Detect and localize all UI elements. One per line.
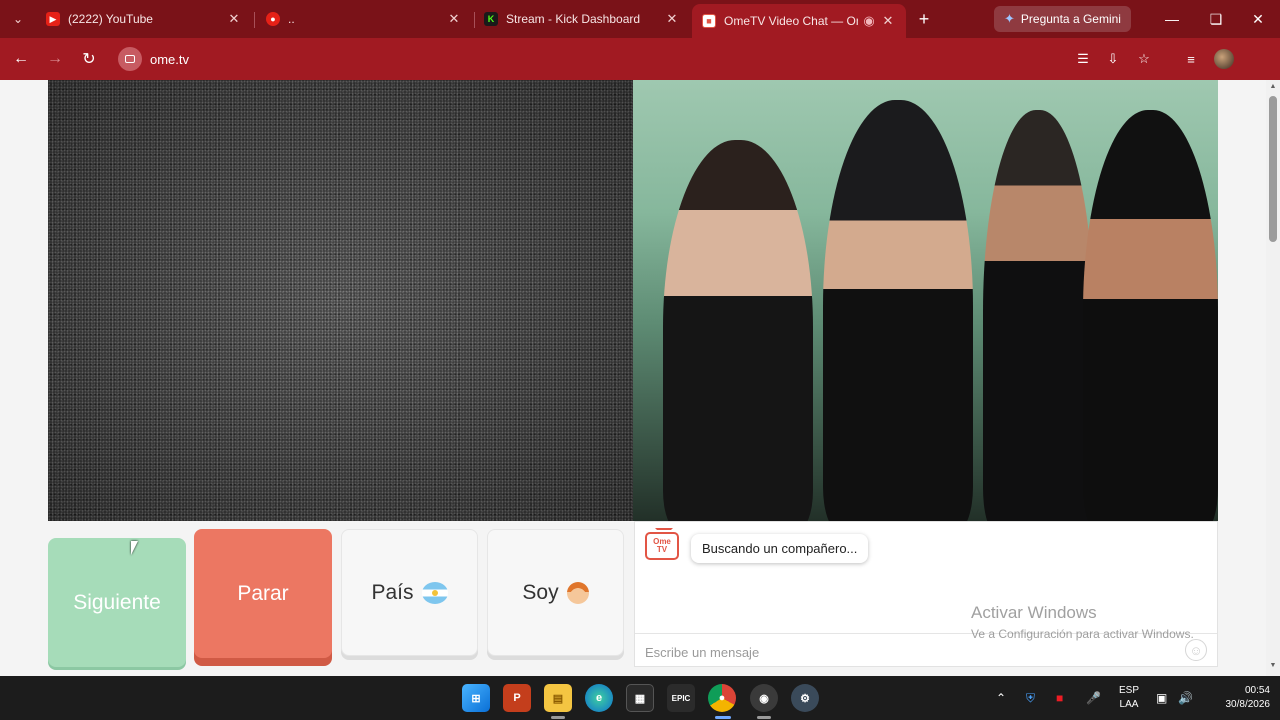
chrome-icon[interactable]: ● [708, 684, 736, 712]
forward-arrow-icon[interactable]: → [42, 46, 68, 72]
close-tab-icon[interactable]: ✕ [664, 11, 680, 27]
gemini-button[interactable]: ✦ Pregunta a Gemini [994, 6, 1131, 32]
file-explorer-icon[interactable]: ▤ [544, 684, 572, 712]
person-1 [663, 140, 813, 521]
site-info-icon[interactable] [118, 47, 142, 71]
volume-icon[interactable]: 🔊 [1178, 676, 1193, 720]
amd-icon[interactable]: ■ [1056, 676, 1063, 720]
tab-ometv[interactable]: ■ OmeTV Video Chat — Omegle ◉ ✕ [692, 4, 906, 38]
lang-code: ESP [1118, 685, 1139, 696]
translate-icon[interactable]: ☰ [1072, 48, 1094, 70]
ometv-icon: ■ [702, 14, 716, 28]
minimize-icon[interactable]: — [1150, 0, 1194, 38]
media-controls-icon[interactable]: ≡ [1180, 48, 1202, 70]
back-arrow-icon[interactable]: ← [8, 46, 34, 72]
tab-title: Stream - Kick Dashboard [506, 12, 641, 26]
tab-youtube-music[interactable]: ● .. ✕ [256, 4, 472, 34]
profile-avatar[interactable] [1214, 49, 1234, 69]
status-message: Buscando un compañero... [691, 534, 869, 563]
tab-separator [254, 12, 255, 28]
country-label: País [371, 580, 414, 604]
microphone-icon[interactable]: 🎤 [1086, 676, 1101, 720]
person-3 [983, 110, 1093, 521]
tray-chevron-icon[interactable]: ⌃ [996, 676, 1006, 720]
message-input[interactable] [645, 642, 1165, 662]
my-camera-static [48, 80, 634, 521]
epic-games-icon[interactable]: EPIC [667, 684, 695, 712]
bookmark-star-icon[interactable]: ☆ [1133, 48, 1155, 70]
watermark-subtitle: Ve a Configuración para activar Windows. [971, 627, 1194, 641]
gender-button[interactable]: Soy [487, 529, 624, 656]
active-indicator [715, 716, 731, 719]
next-button[interactable]: Siguiente [48, 538, 186, 667]
tab-title: .. [288, 12, 295, 26]
scrollbar-thumb[interactable] [1269, 96, 1277, 242]
country-button[interactable]: País [341, 529, 478, 656]
ometv-logo-icon: Ome TV [645, 528, 679, 560]
youtube-music-icon: ● [266, 12, 280, 26]
close-window-icon[interactable]: ✕ [1236, 0, 1280, 38]
powerpoint-icon[interactable]: P [503, 684, 531, 712]
defender-shield-icon[interactable]: ⛨ [1026, 676, 1035, 720]
reload-icon[interactable]: ↻ [76, 46, 102, 72]
tab-kick[interactable]: K Stream - Kick Dashboard ✕ [474, 4, 690, 34]
settings-gear-icon[interactable]: ⚙ [791, 684, 819, 712]
address-bar[interactable]: ome.tv [112, 44, 189, 74]
person-4 [1083, 110, 1218, 521]
gemini-label: Pregunta a Gemini [1020, 12, 1121, 26]
stranger-video [633, 80, 1218, 521]
argentina-flag-icon [421, 581, 448, 604]
close-tab-icon[interactable]: ✕ [880, 13, 896, 29]
clock-time: 00:54 [1244, 685, 1270, 696]
emoji-icon[interactable]: ☺ [1185, 639, 1207, 661]
kick-icon: K [484, 12, 498, 26]
install-app-icon[interactable]: ⇩ [1102, 48, 1124, 70]
url-text: ome.tv [150, 51, 190, 67]
stop-button[interactable]: Parar [194, 529, 332, 658]
windows-start-icon[interactable]: ⊞ [462, 684, 490, 712]
maximize-icon[interactable]: ❏ [1194, 0, 1238, 38]
system-clock[interactable]: 00:54 30/8/2026 [1204, 684, 1271, 712]
tab-title: OmeTV Video Chat — Omegle [724, 14, 858, 28]
new-tab-button[interactable]: + [912, 7, 936, 31]
tab-youtube[interactable]: ▶ (2222) YouTube ✕ [36, 4, 252, 34]
scroll-down-icon[interactable]: ▼ [1269, 662, 1277, 669]
recording-icon: ◉ [863, 13, 875, 28]
running-indicator [757, 716, 771, 719]
tab-title: (2222) YouTube [68, 12, 153, 26]
next-label: Siguiente [73, 590, 161, 614]
page-scrollbar[interactable]: ▲ ▼ [1266, 80, 1280, 676]
mouse-cursor-icon [131, 541, 138, 555]
language-indicator[interactable]: ESP LAA [1116, 684, 1142, 712]
network-icon[interactable]: ▣ [1156, 676, 1167, 720]
tab-search-chevron-icon[interactable]: ⌄ [0, 0, 36, 38]
running-indicator [551, 716, 565, 719]
stop-label: Parar [237, 581, 289, 605]
activate-windows-watermark: Activar Windows Ve a Configuración para … [971, 603, 1194, 641]
person-2 [823, 100, 973, 521]
chat-panel: Ome TV Buscando un compañero... ☺ [634, 521, 1218, 667]
microsoft-store-icon[interactable]: ▦ [626, 684, 654, 712]
edge-icon[interactable]: e [585, 684, 613, 712]
close-tab-icon[interactable]: ✕ [446, 11, 462, 27]
gender-label: Soy [522, 580, 559, 604]
lang-layout: LAA [1119, 699, 1139, 710]
boy-emoji-icon [566, 581, 589, 604]
watermark-title: Activar Windows [971, 603, 1097, 622]
scroll-up-icon[interactable]: ▲ [1269, 83, 1277, 90]
clock-date: 30/8/2026 [1225, 699, 1271, 710]
gemini-sparkle-icon: ✦ [1004, 11, 1015, 26]
logo-text: TV [656, 545, 668, 554]
close-tab-icon[interactable]: ✕ [226, 11, 242, 27]
obs-icon[interactable]: ◉ [750, 684, 778, 712]
youtube-icon: ▶ [46, 12, 60, 26]
